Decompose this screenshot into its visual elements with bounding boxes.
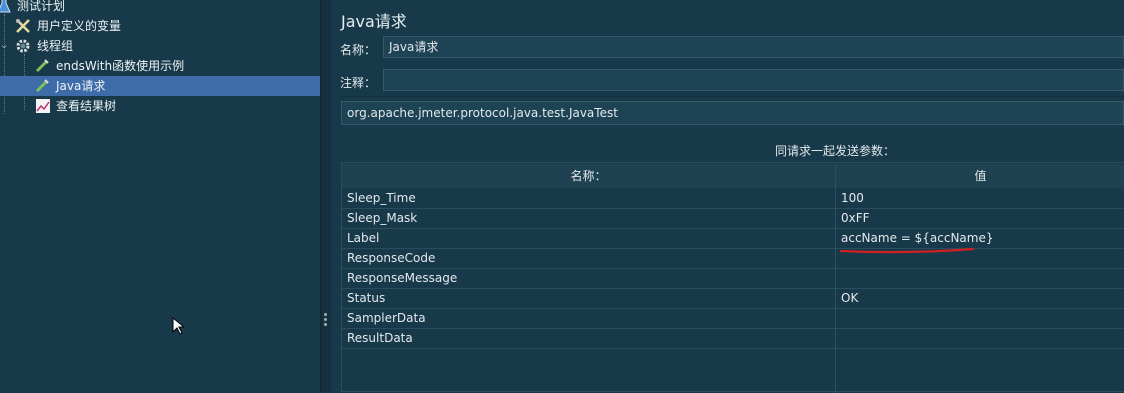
table-row[interactable]: ResponseMessage (342, 269, 1124, 289)
params-table-title: 同请求一起发送参数： (775, 144, 896, 158)
tree-item-endswith-sampler[interactable]: endsWith函数使用示例 (0, 56, 320, 76)
param-name-cell[interactable]: Sleep_Mask (347, 209, 417, 228)
splitter-grip-icon (324, 323, 327, 326)
table-row[interactable]: Label accName = ${accName} (342, 229, 1124, 249)
param-name-cell[interactable]: ResponseMessage (347, 269, 457, 288)
column-header-name[interactable]: 名称： (342, 164, 836, 188)
tree-item-label: 测试计划 (17, 0, 66, 13)
tree-item-label: 查看结果树 (56, 99, 117, 113)
table-row[interactable]: SamplerData (342, 309, 1124, 329)
param-name-cell[interactable]: Label (347, 229, 379, 248)
tree-item-thread-group[interactable]: ⌄ 线程组 (0, 36, 320, 56)
param-value-cell[interactable]: 0xFF (841, 209, 870, 228)
divider (341, 96, 1124, 97)
splitter-grip-icon (324, 318, 327, 321)
tree-item-label: 用户定义的变量 (37, 19, 122, 33)
chevron-down-icon[interactable]: ⌄ (0, 36, 8, 56)
table-row[interactable]: ResponseCode (342, 249, 1124, 269)
panel-title: Java请求 (341, 12, 407, 31)
tree-item-view-results-tree[interactable]: 查看结果树 (0, 96, 320, 116)
tree-item-label: endsWith函数使用示例 (56, 59, 185, 73)
flask-icon (0, 0, 12, 14)
params-table: 名称： 值 Sleep_Time 100 Sleep_Mask 0xFF Lab… (341, 162, 1124, 393)
param-name-cell[interactable]: Status (347, 289, 385, 308)
chart-icon (35, 98, 51, 114)
gear-icon (15, 38, 31, 54)
table-row[interactable]: Sleep_Time 100 (342, 189, 1124, 209)
tree-item-user-variables[interactable]: 用户定义的变量 (0, 16, 320, 36)
param-name-cell[interactable]: ResponseCode (347, 249, 435, 268)
param-value-cell[interactable]: accName = ${accName} (841, 229, 994, 248)
name-field[interactable]: Java请求 (383, 36, 1124, 58)
comment-label: 注释： (340, 76, 377, 90)
tree-item-test-plan[interactable]: 测试计划 (0, 0, 320, 16)
tree-item-label: Java请求 (56, 79, 106, 93)
column-header-value[interactable]: 值 (836, 164, 1124, 188)
tree-item-label: 线程组 (37, 39, 74, 53)
param-name-cell[interactable]: Sleep_Time (347, 189, 416, 208)
tree-item-java-request[interactable]: Java请求 (0, 76, 320, 96)
mouse-cursor-icon (172, 316, 186, 338)
table-row[interactable]: ResultData (342, 329, 1124, 349)
annotation-underline (839, 247, 975, 254)
pipette-icon (34, 78, 50, 94)
splitter-grip-icon (324, 313, 327, 316)
pipette-icon (34, 58, 50, 74)
table-row[interactable]: Status OK (342, 289, 1124, 309)
param-value-cell[interactable]: 100 (841, 189, 864, 208)
param-name-cell[interactable]: ResultData (347, 329, 413, 348)
comment-field[interactable] (383, 69, 1124, 91)
table-row[interactable]: Sleep_Mask 0xFF (342, 209, 1124, 229)
test-plan-tree: 测试计划 用户定义的变量 ⌄ 线程组 endsWith函数使用示例 Java请求… (0, 0, 320, 392)
tools-icon (15, 18, 31, 34)
java-request-panel: Java请求 名称： Java请求 注释： org.apache.jmeter.… (331, 0, 1124, 393)
param-value-cell[interactable]: OK (841, 289, 858, 308)
name-label: 名称： (340, 43, 377, 57)
classname-select[interactable]: org.apache.jmeter.protocol.java.test.Jav… (341, 101, 1124, 125)
param-name-cell[interactable]: SamplerData (347, 309, 426, 328)
